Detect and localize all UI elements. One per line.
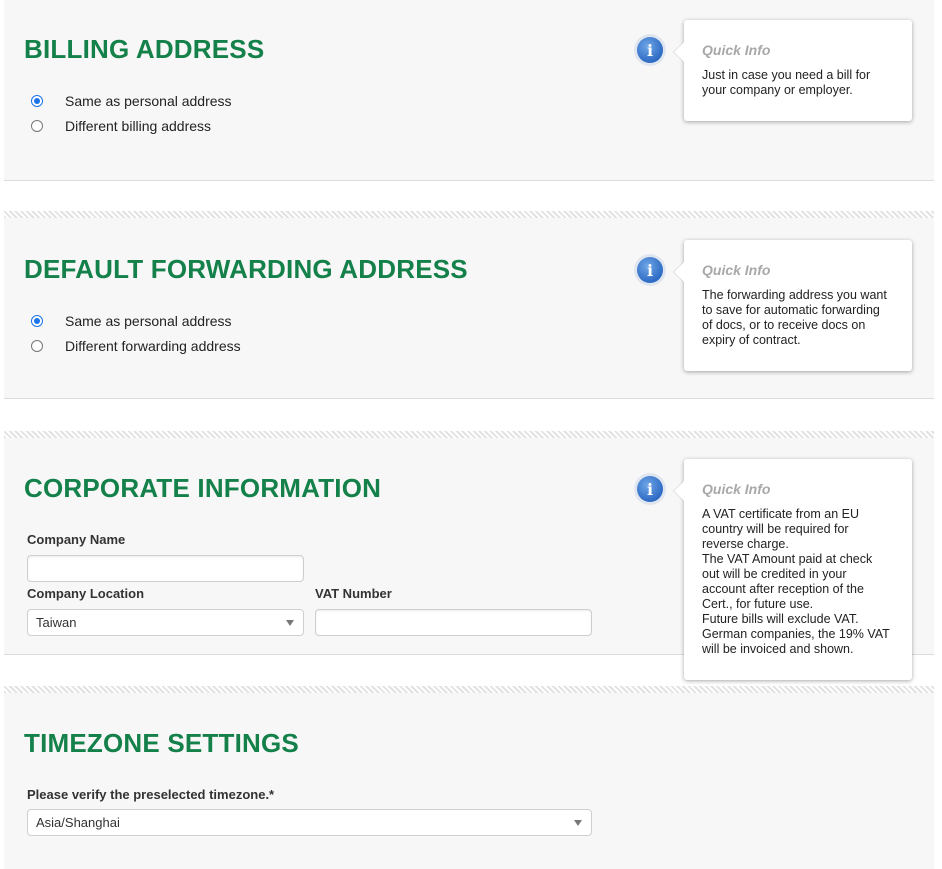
company-location-select[interactable]: Taiwan [27, 609, 304, 636]
quick-info-corporate: Quick Info A VAT certificate from an EU … [684, 459, 912, 680]
billing-option-same[interactable]: Same as personal address [31, 93, 232, 109]
section-divider [4, 431, 934, 438]
radio-label: Different billing address [65, 118, 212, 134]
selected-value: Asia/Shanghai [36, 815, 120, 830]
forwarding-option-different[interactable]: Different forwarding address [31, 338, 241, 354]
chevron-down-icon [574, 820, 582, 826]
corporate-information-title: CORPORATE INFORMATION [24, 473, 382, 503]
timezone-select[interactable]: Asia/Shanghai [27, 809, 592, 836]
forwarding-option-same[interactable]: Same as personal address [31, 313, 232, 329]
forwarding-address-title: DEFAULT FORWARDING ADDRESS [24, 254, 468, 284]
chevron-down-icon [286, 620, 294, 626]
quick-info-title: Quick Info [702, 262, 771, 278]
billing-address-title: BILLING ADDRESS [24, 34, 265, 64]
quick-info-text: The forwarding address you want to save … [702, 288, 887, 347]
quick-info-forwarding: Quick Info The forwarding address you wa… [684, 240, 912, 371]
radio-label: Different forwarding address [65, 338, 241, 354]
company-name-label: Company Name [27, 532, 126, 547]
radio-label: Same as personal address [65, 93, 232, 109]
quick-info-text: A VAT certificate from an EU country wil… [702, 507, 890, 656]
quick-info-billing: Quick Info Just in case you need a bill … [684, 20, 912, 121]
quick-info-title: Quick Info [702, 481, 771, 497]
company-location-label: Company Location [27, 586, 145, 601]
info-icon[interactable]: i [637, 476, 663, 502]
vat-number-label: VAT Number [315, 586, 392, 601]
section-divider [4, 211, 934, 218]
radio-label: Same as personal address [65, 313, 232, 329]
quick-info-title: Quick Info [702, 42, 771, 58]
radio-same-forwarding[interactable] [31, 315, 43, 327]
section-divider [4, 686, 934, 693]
radio-same-billing[interactable] [31, 95, 43, 107]
selected-value: Taiwan [36, 615, 77, 630]
company-name-input[interactable] [27, 555, 304, 582]
info-icon[interactable]: i [637, 37, 663, 63]
quick-info-text: Just in case you need a bill for your co… [702, 68, 871, 97]
radio-different-billing[interactable] [31, 120, 43, 132]
timezone-settings-title: TIMEZONE SETTINGS [24, 728, 299, 758]
radio-different-forwarding[interactable] [31, 340, 43, 352]
vat-number-input[interactable] [315, 609, 592, 636]
timezone-settings-section: TIMEZONE SETTINGS Please verify the pres… [4, 693, 934, 869]
billing-option-different[interactable]: Different billing address [31, 118, 211, 134]
info-icon[interactable]: i [637, 257, 663, 283]
timezone-label: Please verify the preselected timezone.* [27, 787, 275, 802]
